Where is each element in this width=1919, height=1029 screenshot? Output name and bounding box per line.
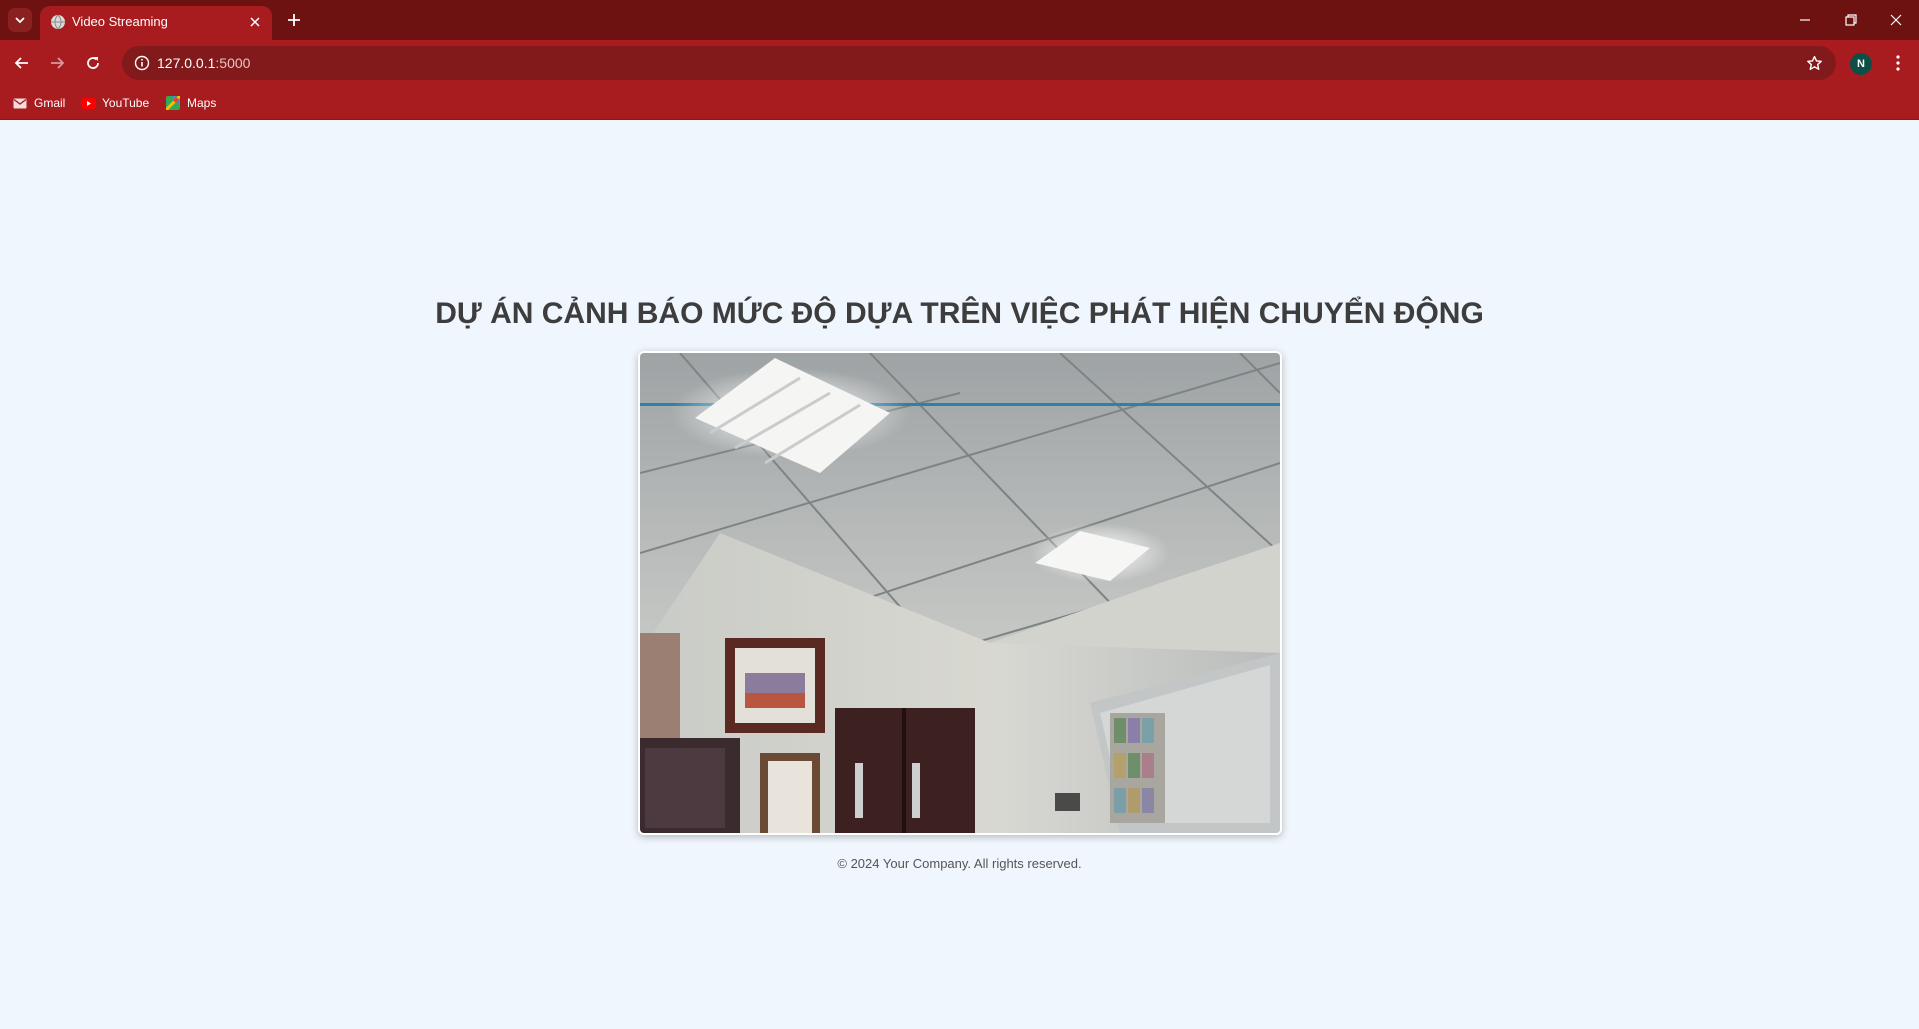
forward-button[interactable] (43, 49, 71, 77)
star-icon (1806, 55, 1822, 70)
minimize-icon (1800, 19, 1810, 21)
bookmark-label: Maps (187, 96, 217, 110)
page-title: DỰ ÁN CẢNH BÁO MỨC ĐỘ DỰA TRÊN VIỆC PHÁT… (435, 297, 1484, 330)
minimize-button[interactable] (1782, 0, 1828, 40)
tab-search-button[interactable] (8, 8, 32, 32)
page-content: DỰ ÁN CẢNH BÁO MỨC ĐỘ DỰA TRÊN VIỆC PHÁT… (0, 121, 1919, 1029)
reload-button[interactable] (79, 49, 107, 77)
new-tab-button[interactable] (282, 8, 306, 32)
arrow-right-icon (51, 57, 65, 69)
active-tab[interactable]: Video Streaming (40, 6, 272, 40)
bookmarks-bar: Gmail YouTube Maps (0, 86, 1919, 120)
browser-toolbar: 127.0.0.1:5000 N (0, 40, 1919, 86)
chevron-down-icon (15, 17, 25, 24)
back-button[interactable] (8, 49, 36, 77)
video-stream (640, 353, 1280, 833)
site-info-button[interactable] (130, 51, 154, 75)
restore-button[interactable] (1828, 0, 1874, 40)
restore-icon (1845, 14, 1857, 26)
address-bar[interactable]: 127.0.0.1:5000 (122, 46, 1836, 80)
tab-close-button[interactable] (246, 13, 264, 31)
close-window-button[interactable] (1873, 0, 1919, 40)
more-vert-icon (1896, 55, 1900, 71)
youtube-icon (80, 95, 96, 111)
tab-title: Video Streaming (72, 14, 168, 29)
bookmark-label: Gmail (34, 96, 66, 110)
reload-icon (87, 57, 99, 69)
url-host: 127.0.0.1 (157, 55, 216, 71)
bookmark-maps[interactable]: Maps (165, 93, 216, 113)
plus-icon (288, 14, 300, 26)
page-footer: © 2024 Your Company. All rights reserved… (837, 856, 1082, 871)
profile-avatar[interactable]: N (1850, 53, 1872, 75)
globe-icon (51, 14, 65, 30)
video-container (638, 351, 1282, 835)
url-port: :5000 (215, 55, 251, 71)
gmail-icon (12, 95, 28, 111)
bookmark-youtube[interactable]: YouTube (80, 93, 149, 113)
tab-bar: Video Streaming (0, 0, 1919, 40)
maps-icon (165, 95, 181, 111)
url-text: 127.0.0.1:5000 (157, 55, 250, 71)
bookmark-gmail[interactable]: Gmail (12, 93, 65, 113)
close-icon (250, 17, 260, 27)
info-icon (134, 55, 150, 71)
bookmark-label: YouTube (102, 96, 150, 110)
browser-menu-button[interactable] (1886, 49, 1910, 77)
bookmark-star-button[interactable] (1802, 51, 1826, 75)
close-icon (1890, 14, 1902, 26)
arrow-left-icon (14, 57, 28, 69)
